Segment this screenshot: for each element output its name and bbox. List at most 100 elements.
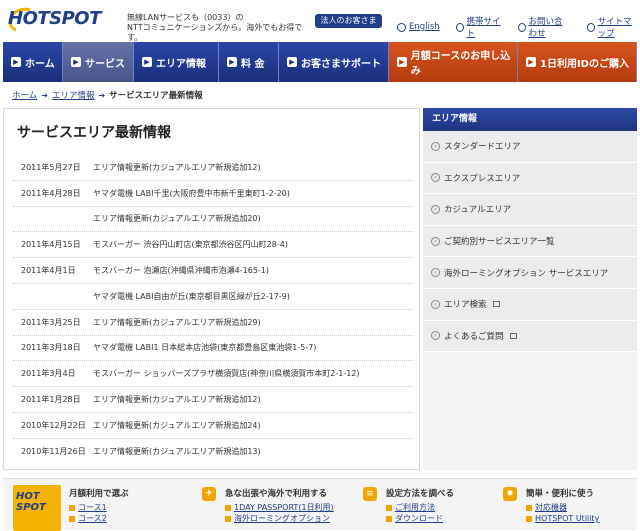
breadcrumb-area[interactable]: エリア情報	[52, 89, 95, 101]
gear-icon: ✹	[503, 487, 517, 501]
news-row: 2011年3月18日 ヤマダ電機 LABI1 日本総本店池袋(東京都豊島区東池袋1…	[13, 336, 413, 362]
footer-link-1day-passport[interactable]: 1DAY PASSPORT(1日利用)	[225, 502, 355, 513]
sidebar-item-label: よくあるご質問	[444, 331, 504, 342]
arrow-right-icon	[225, 504, 231, 511]
footer-link-download[interactable]: ダウンロード	[386, 513, 496, 524]
news-text: エリア情報更新(カジュアルエリア新規追加24)	[93, 420, 261, 430]
footer-link-roaming[interactable]: 海外ローミングオプション	[225, 513, 355, 524]
news-date: 2010年11月26日	[21, 447, 86, 457]
footer-col-title: 設定方法を調べる	[386, 489, 455, 499]
arrow-right-icon	[526, 515, 532, 522]
sidebar-item-roaming-area[interactable]: › 海外ローミングオプション サービスエリア	[423, 257, 637, 289]
news-row: 2011年4月15日 モスバーガー 渋谷円山町店(東京都渋谷区円山町28-4)	[13, 232, 413, 259]
news-date: 2010年12月22日	[21, 420, 86, 430]
nav-area[interactable]: ▶ エリア情報	[134, 42, 219, 82]
arrow-right-icon	[225, 515, 231, 522]
sidebar-item-label: スタンダードエリア	[444, 142, 521, 153]
sidebar-item-contract-area-list[interactable]: › ご契約別サービスエリア一覧	[423, 225, 637, 258]
news-date: 2011年4月1日	[21, 266, 76, 276]
arrow-circle-icon: ›	[431, 173, 440, 183]
nav-service-label: サービス	[85, 58, 125, 70]
sitemap-link[interactable]: サイトマップ	[586, 15, 640, 39]
news-row: 2010年11月26日 エリア情報更新(カジュアルエリア新規追加13)	[13, 439, 413, 465]
utility-links: English 携帯サイト お問い合わせ サイトマップ	[397, 15, 640, 39]
arrow-circle-icon: ›	[431, 204, 440, 214]
contact-link[interactable]: お問い合わせ	[517, 15, 571, 39]
news-text: エリア情報更新(カジュアルエリア新規追加12)	[93, 162, 261, 172]
arrow-right-icon	[69, 515, 75, 522]
news-row: 2011年5月27日 エリア情報更新(カジュアルエリア新規追加12)	[13, 155, 413, 181]
news-date: 2011年3月4日	[21, 369, 76, 379]
breadcrumb-home[interactable]: ホーム	[12, 89, 37, 101]
arrow-circle-icon: ›	[431, 236, 440, 246]
footer-link-course1[interactable]: コース1	[69, 502, 189, 513]
news-text: エリア情報更新(カジュアルエリア新規追加29)	[93, 317, 261, 327]
footer-link-usage[interactable]: ご利用方法	[386, 502, 496, 513]
news-row: 2011年3月4日 モスバーガー ショッパーズプラザ横須賀店(神奈川県横須賀市本町…	[13, 361, 413, 388]
external-window-icon	[492, 301, 500, 308]
sidebar-item-label: ご契約別サービスエリア一覧	[444, 237, 555, 248]
settings-list-icon: ≡	[363, 487, 377, 501]
nav-area-label: エリア情報	[156, 58, 206, 70]
arrow-right-icon: ▶	[526, 57, 536, 67]
sidebar-item-label: エクスプレスエリア	[444, 173, 521, 184]
global-nav: ▶ ホーム ▶ サービス ▶ エリア情報 ▶ 料 金 ▶ お客さまサポート ▶ 月額コースの…	[3, 42, 637, 82]
airplane-icon: ✈	[202, 487, 216, 501]
breadcrumb-current: サービスエリア最新情報	[109, 91, 203, 101]
sitemap-link-label: サイトマップ	[597, 17, 632, 39]
nav-support-label: お客さまサポート	[301, 58, 381, 70]
arrow-right-icon: ▶	[11, 57, 21, 67]
sidebar: エリア情報 › スタンダードエリア › エクスプレスエリア › カジュアルエリア › ご…	[423, 108, 637, 470]
news-list: 2011年5月27日 エリア情報更新(カジュアルエリア新規追加12) 2011年4…	[13, 155, 413, 465]
footer-link-devices[interactable]: 対応機器	[526, 502, 636, 513]
news-row: 2011年4月28日 ヤマダ電機 LABI千里(大阪府豊中市新千里東町1-2-20…	[13, 181, 413, 207]
nav-home[interactable]: ▶ ホーム	[3, 42, 63, 82]
sidebar-item-casual-area[interactable]: › カジュアルエリア	[423, 194, 637, 226]
news-date: 2011年3月18日	[21, 343, 81, 353]
nav-monthly-signup[interactable]: ▶ 月額コースのお申し込み	[389, 42, 518, 82]
arrow-right-icon: ▶	[71, 57, 81, 67]
news-text: エリア情報更新(カジュアルエリア新規追加12)	[93, 395, 261, 405]
external-window-icon	[509, 332, 517, 339]
news-row: 2011年3月25日 エリア情報更新(カジュアルエリア新規追加29)	[13, 310, 413, 336]
news-text: ヤマダ電機 LABI千里(大阪府豊中市新千里東町1-2-20)	[93, 188, 290, 198]
nav-pricing-label: 料 金	[241, 58, 265, 70]
news-text: モスバーガー ショッパーズプラザ横須賀店(神奈川県横須賀市本町2-1-12)	[93, 369, 360, 379]
mobile-site-link[interactable]: 携帯サイト	[455, 15, 502, 39]
arrow-right-icon: ▶	[142, 57, 152, 67]
footer-col-title: 急な出張や海外で利用する	[225, 489, 328, 499]
news-row: 2010年12月22日 エリア情報更新(カジュアルエリア新規追加24)	[13, 413, 413, 439]
page-title: サービスエリア最新情報	[17, 125, 171, 141]
footer-link-label: ご利用方法	[395, 503, 435, 512]
sidebar-item-area-search[interactable]: › エリア検索	[423, 288, 637, 321]
news-text: モスバーガー 渋谷円山町店(東京都渋谷区円山町28-4)	[93, 240, 288, 250]
globe-icon	[397, 22, 406, 32]
nav-monthly-signup-label: 月額コースのお申し込み	[410, 51, 511, 77]
arrow-circle-icon: ›	[431, 268, 440, 278]
sidebar-item-express-area[interactable]: › エクスプレスエリア	[423, 162, 637, 195]
english-link[interactable]: English	[397, 15, 440, 39]
nav-support[interactable]: ▶ お客さまサポート	[279, 42, 389, 82]
news-date: 2011年1月28日	[21, 395, 81, 405]
sidebar-item-faq[interactable]: › よくあるご質問	[423, 320, 637, 353]
footer-col-convenience: 簡単・便利に使う 対応機器 HOTSPOT Utility	[526, 487, 636, 531]
nav-daypass-purchase[interactable]: ▶ 1日利用IDのご購入	[518, 42, 637, 82]
corporate-button[interactable]: 法人のお客さま	[315, 14, 382, 28]
footer-link-course2[interactable]: コース2	[69, 513, 189, 524]
news-date: 2011年3月25日	[21, 317, 81, 327]
footer-link-utility[interactable]: HOTSPOT Utility	[526, 513, 636, 524]
breadcrumb: ホーム ➔ エリア情報 ➔ サービスエリア最新情報	[12, 89, 203, 102]
hotspot-logo[interactable]: HOTSPOT	[4, 3, 120, 37]
sidebar-item-label: 海外ローミングオプション サービスエリア	[444, 268, 609, 279]
footer-col-travel: 急な出張や海外で利用する 1DAY PASSPORT(1日利用) 海外ローミング…	[225, 487, 355, 531]
sidebar-item-standard-area[interactable]: › スタンダードエリア	[423, 131, 637, 163]
news-text: エリア情報更新(カジュアルエリア新規追加20)	[93, 214, 261, 224]
news-text: エリア情報更新(カジュアルエリア新規追加13)	[93, 447, 261, 457]
nav-home-label: ホーム	[25, 58, 55, 70]
tagline-line2: NTTコミュニケーションズから。海外でもお得です。	[127, 23, 303, 42]
nav-service[interactable]: ▶ サービス	[63, 42, 134, 82]
footer-link-label: ダウンロード	[395, 514, 443, 523]
arrow-right-icon	[69, 504, 75, 511]
nav-pricing[interactable]: ▶ 料 金	[219, 42, 279, 82]
arrow-right-icon	[526, 504, 532, 511]
